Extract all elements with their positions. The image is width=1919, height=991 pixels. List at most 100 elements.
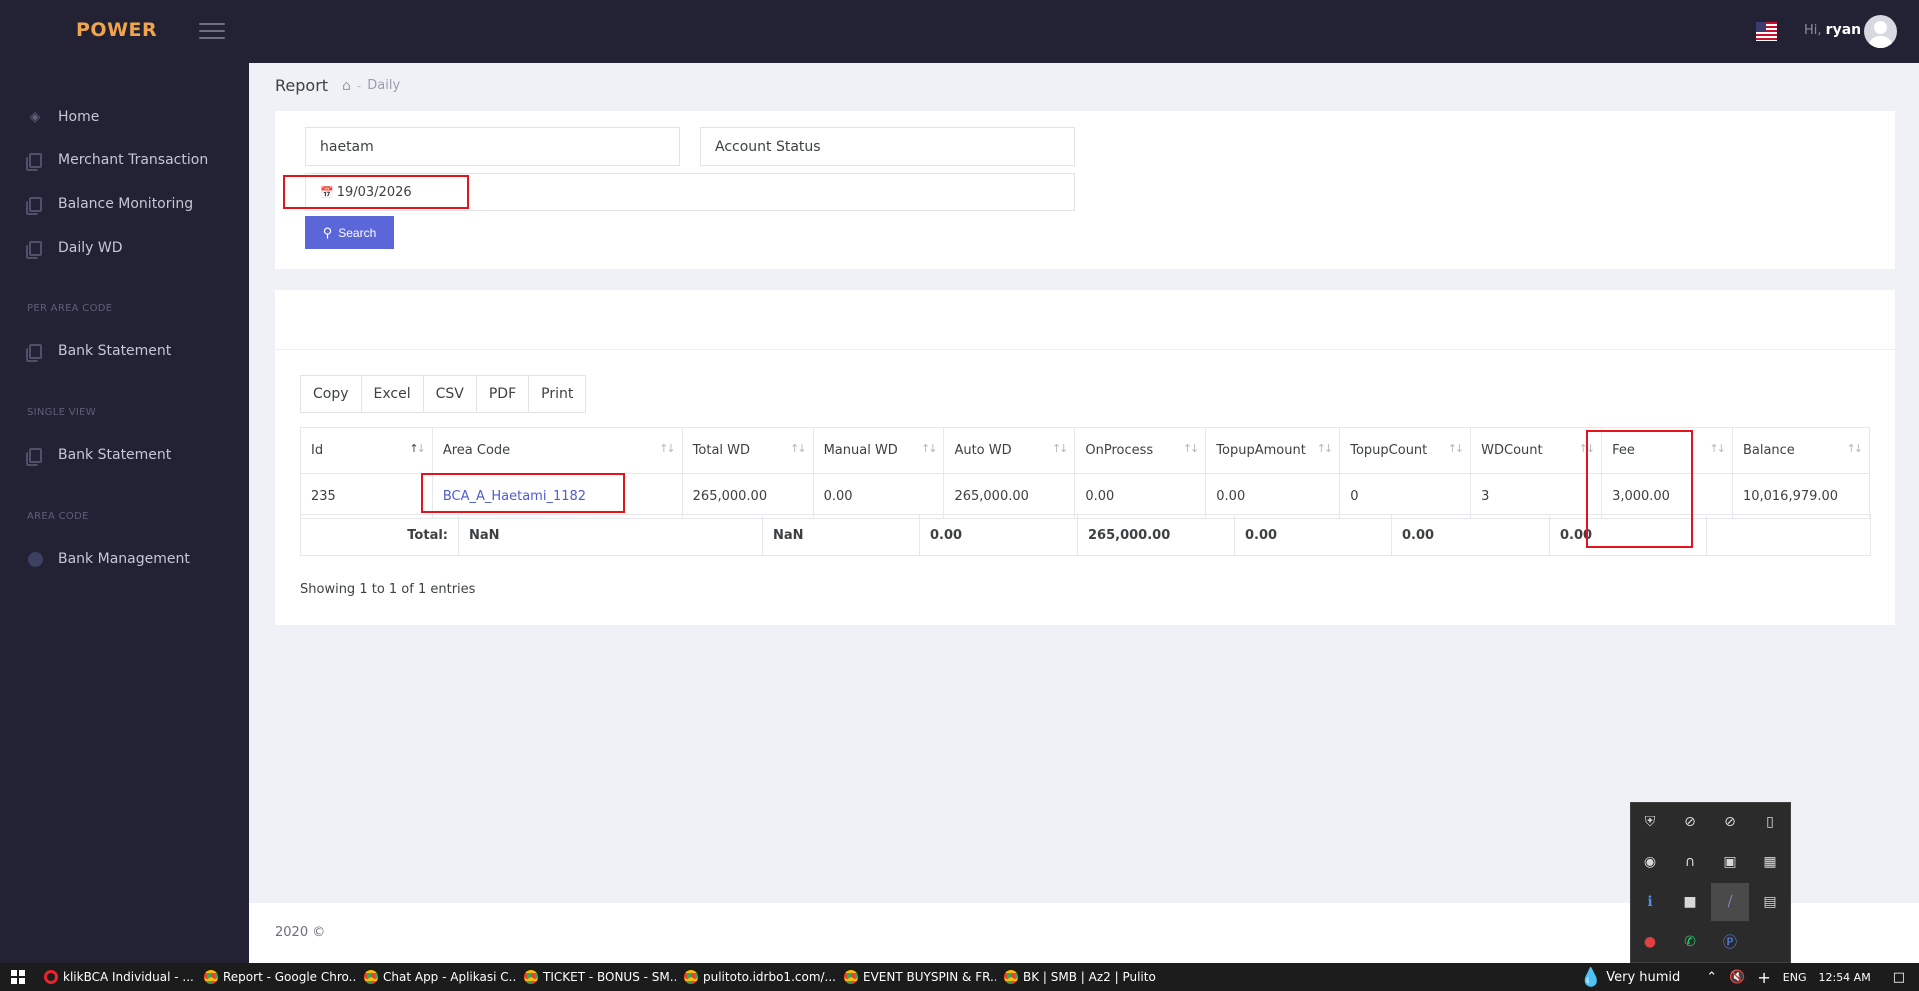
- sidebar-item-balance-monitoring[interactable]: Balance Monitoring: [25, 193, 193, 215]
- shield-warning-icon[interactable]: ⛨: [1631, 803, 1669, 841]
- system-tray: 💧 Very humid ⌃ 🔇 + ENG 12:54 AM □: [1580, 963, 1919, 991]
- export-button-group: Copy Excel CSV PDF Print: [300, 375, 587, 413]
- pdf-button[interactable]: PDF: [476, 376, 530, 412]
- sidebar-item-merchant-transaction[interactable]: Merchant Transaction: [25, 149, 208, 171]
- taskbar-item[interactable]: Chat App - Aplikasi C...: [356, 963, 516, 991]
- document-icon: [25, 240, 43, 259]
- clock[interactable]: 12:54 AM: [1818, 971, 1870, 984]
- section-title-per-area-code: PER AREA CODE: [27, 303, 113, 314]
- record-icon[interactable]: ●: [1631, 923, 1669, 961]
- sort-icon: ↑↓: [1182, 442, 1200, 455]
- taskbar-item-label: klikBCA Individual - ...: [63, 970, 194, 984]
- chrome-icon: [524, 970, 538, 984]
- s-app-icon[interactable]: Ⓟ: [1711, 923, 1749, 961]
- column-header-wd-count[interactable]: WDCount ↑↓: [1470, 427, 1603, 474]
- sidebar-item-label: Bank Management: [58, 551, 190, 567]
- avatar[interactable]: [1864, 15, 1897, 48]
- section-title-single-view: SINGLE VIEW: [27, 407, 96, 418]
- network-app-icon[interactable]: ▦: [1751, 843, 1789, 881]
- column-header-onprocess[interactable]: OnProcess ↑↓: [1074, 427, 1207, 474]
- sort-icon: ↑↓: [1447, 442, 1465, 455]
- column-header-balance[interactable]: Balance ↑↓: [1731, 427, 1871, 474]
- column-header-manual-wd[interactable]: Manual WD ↑↓: [812, 427, 945, 474]
- sidebar-item-home[interactable]: ◈ Home: [27, 106, 100, 128]
- user-greeting[interactable]: Hi, ryan: [1804, 22, 1861, 38]
- breadcrumb-separator: -: [356, 78, 362, 93]
- whatsapp-icon[interactable]: ✆: [1671, 923, 1709, 961]
- column-label: OnProcess: [1085, 443, 1154, 458]
- column-header-id[interactable]: Id ↑↓: [300, 427, 433, 474]
- sort-icon: ↑↓: [1316, 442, 1334, 455]
- tray-overflow-popup: ⛨ ⊘ ⊘ ▯ ◉ ∩ ▣ ▦ ℹ ■ ⧸ ▤ ● ✆ Ⓟ: [1630, 802, 1791, 963]
- column-label: Auto WD: [954, 443, 1012, 458]
- column-header-area-code[interactable]: Area Code ↑↓: [431, 427, 683, 474]
- usb-drive-icon[interactable]: ▯: [1751, 803, 1789, 841]
- home-icon[interactable]: ⌂: [342, 78, 351, 94]
- taskbar-item[interactable]: BK | SMB | Az2 | Pulito...: [996, 963, 1156, 991]
- taskbar-item[interactable]: klikBCA Individual - ...: [36, 963, 196, 991]
- taskbar-item[interactable]: EVENT BUYSPIN & FR...: [836, 963, 996, 991]
- column-header-topup-count[interactable]: TopupCount ↑↓: [1339, 427, 1472, 474]
- copyright-text: 2020 ©: [275, 925, 326, 940]
- security-error-icon[interactable]: ◉: [1631, 843, 1669, 881]
- excel-button[interactable]: Excel: [361, 376, 424, 412]
- language-indicator[interactable]: ENG: [1783, 971, 1807, 984]
- speaker-muted-icon[interactable]: 🔇: [1729, 970, 1745, 985]
- pen-app-icon[interactable]: ⧸: [1711, 883, 1749, 921]
- windows-start-button[interactable]: [0, 963, 36, 991]
- column-label: Balance: [1742, 443, 1795, 458]
- column-header-auto-wd[interactable]: Auto WD ↑↓: [943, 427, 1076, 474]
- plus-icon[interactable]: +: [1757, 968, 1770, 987]
- cell-manual-wd: 0.00: [812, 473, 945, 519]
- taskbar-item[interactable]: pulitoto.idrbo1.com/...: [676, 963, 836, 991]
- sidebar-item-label: Bank Statement: [58, 447, 172, 463]
- brand-logo[interactable]: POWER: [76, 19, 157, 41]
- menu-toggle-icon[interactable]: [199, 23, 225, 39]
- document-icon: [25, 343, 43, 362]
- display-icon[interactable]: ▤: [1751, 883, 1789, 921]
- highlight-box-date: [283, 175, 469, 209]
- csv-button[interactable]: CSV: [423, 376, 477, 412]
- sort-icon: ↑↓: [1846, 442, 1864, 455]
- highlight-box-area-code: [421, 473, 625, 513]
- sort-icon: ↑↓: [659, 442, 676, 455]
- taskbar-item[interactable]: Report - Google Chro...: [196, 963, 356, 991]
- search-button-label: Search: [338, 225, 377, 240]
- name-input[interactable]: haetam: [305, 127, 680, 166]
- chevron-up-icon[interactable]: ⌃: [1706, 970, 1717, 985]
- print-button[interactable]: Print: [529, 376, 586, 412]
- webcam-icon[interactable]: ▣: [1711, 843, 1749, 881]
- weather-drop-icon[interactable]: 💧: [1580, 967, 1602, 988]
- copy-button[interactable]: Copy: [301, 376, 362, 412]
- hidden-eye-icon[interactable]: ⊘: [1711, 803, 1749, 841]
- us-flag-icon[interactable]: [1756, 22, 1777, 41]
- taskbar-item[interactable]: TICKET - BONUS - SM...: [516, 963, 676, 991]
- arc-icon[interactable]: ∩: [1671, 843, 1709, 881]
- column-header-topup-amount[interactable]: TopupAmount ↑↓: [1205, 427, 1341, 474]
- color-app-icon[interactable]: ■: [1671, 883, 1709, 921]
- document-icon: [25, 447, 43, 466]
- sidebar-item-bank-statement-single[interactable]: Bank Statement: [25, 444, 172, 466]
- sidebar: ◈ Home Merchant Transaction Balance Moni…: [0, 63, 249, 963]
- page-title: Report: [275, 76, 329, 95]
- column-label: WDCount: [1481, 443, 1543, 458]
- totals-value: 265,000.00: [1077, 514, 1235, 556]
- sidebar-item-bank-statement-per-area[interactable]: Bank Statement: [25, 340, 171, 362]
- taskbar-item-label: TICKET - BONUS - SM...: [543, 970, 676, 984]
- weather-text[interactable]: Very humid: [1606, 970, 1680, 985]
- opera-icon: [44, 970, 58, 984]
- account-status-select[interactable]: Account Status: [700, 127, 1075, 166]
- column-label: TopupAmount: [1216, 443, 1306, 458]
- notification-icon[interactable]: □: [1893, 970, 1905, 985]
- sidebar-item-bank-management[interactable]: Bank Management: [27, 548, 190, 570]
- search-button[interactable]: ⚲ Search: [305, 216, 394, 249]
- sidebar-item-daily-wd[interactable]: Daily WD: [25, 237, 123, 259]
- taskbar-item-label: Chat App - Aplikasi C...: [383, 970, 516, 984]
- info-icon[interactable]: ℹ: [1631, 883, 1669, 921]
- totals-value: 0.00: [1391, 514, 1550, 556]
- cell-wd-count: 3: [1470, 473, 1603, 519]
- hidden-eye-icon[interactable]: ⊘: [1671, 803, 1709, 841]
- column-header-total-wd[interactable]: Total WD ↑↓: [681, 427, 814, 474]
- totals-value: 0.00: [1234, 514, 1392, 556]
- sort-icon: ↑↓: [409, 442, 426, 455]
